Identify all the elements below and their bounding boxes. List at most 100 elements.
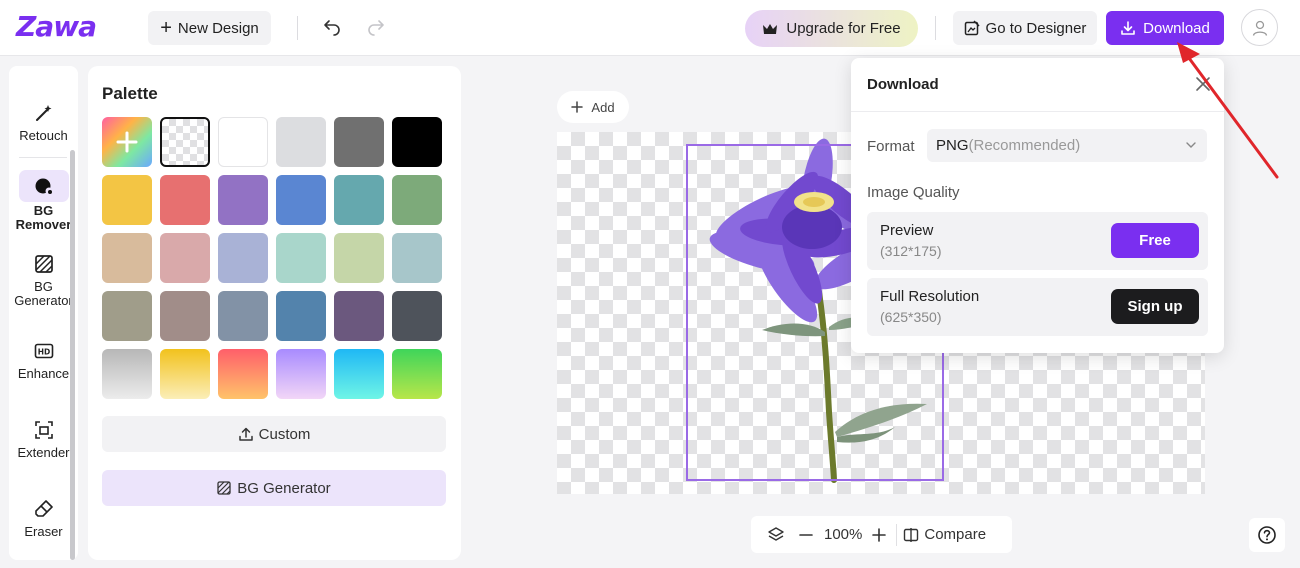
divider xyxy=(297,16,298,40)
add-color-swatch[interactable] xyxy=(102,117,152,167)
download-button[interactable]: Download xyxy=(1106,11,1224,45)
go-to-designer-button[interactable]: Go to Designer xyxy=(953,11,1097,45)
format-select[interactable]: PNG (Recommended) xyxy=(927,129,1207,162)
tool-bg-generator[interactable]: BG Generator xyxy=(9,253,78,308)
bg-remover-icon xyxy=(18,170,69,202)
upgrade-button[interactable]: Upgrade for Free xyxy=(745,10,918,47)
color-swatch[interactable] xyxy=(276,233,326,283)
color-swatch[interactable] xyxy=(102,233,152,283)
download-panel-title: Download xyxy=(867,76,939,93)
color-swatch[interactable] xyxy=(160,233,210,283)
color-swatch[interactable] xyxy=(276,291,326,341)
color-swatch[interactable] xyxy=(334,233,384,283)
color-swatch[interactable] xyxy=(392,233,442,283)
color-swatch[interactable] xyxy=(334,291,384,341)
new-design-button[interactable]: + New Design xyxy=(148,11,271,45)
divider xyxy=(896,523,898,546)
compare-button[interactable]: Compare xyxy=(903,526,986,543)
crown-icon xyxy=(763,23,778,34)
zoom-toolbar: 100% Compare xyxy=(751,516,1012,553)
add-layer-button[interactable]: Add xyxy=(557,91,629,123)
tool-label: Extender xyxy=(17,445,70,460)
color-swatch[interactable] xyxy=(276,117,326,167)
help-icon xyxy=(1258,526,1276,544)
add-label: Add xyxy=(591,99,615,115)
user-icon xyxy=(1252,20,1267,36)
plus-icon xyxy=(872,527,887,542)
edit-image-icon xyxy=(964,20,980,36)
upgrade-label: Upgrade for Free xyxy=(786,20,901,37)
gradient-swatch[interactable] xyxy=(160,349,210,399)
gradient-swatch[interactable] xyxy=(102,349,152,399)
option-resolution: (625*350) xyxy=(880,309,942,325)
color-swatch[interactable] xyxy=(218,291,268,341)
hd-icon: HD xyxy=(33,340,55,362)
free-download-button[interactable]: Free xyxy=(1111,223,1199,258)
color-swatch[interactable] xyxy=(334,175,384,225)
tool-label: Eraser xyxy=(24,524,63,539)
redo-button[interactable] xyxy=(362,14,390,42)
download-label: Download xyxy=(1143,19,1210,37)
color-swatch[interactable] xyxy=(334,117,384,167)
image-quality-label: Image Quality xyxy=(867,184,960,201)
plus-icon xyxy=(116,131,138,153)
option-name: Preview xyxy=(880,222,934,239)
minus-icon xyxy=(799,533,813,536)
tool-eraser[interactable]: Eraser xyxy=(9,498,78,539)
layers-icon[interactable] xyxy=(767,526,785,544)
color-swatch[interactable] xyxy=(160,175,210,225)
help-button[interactable] xyxy=(1249,518,1285,552)
bg-generator-icon xyxy=(217,481,231,495)
color-swatch[interactable] xyxy=(392,175,442,225)
option-name: Full Resolution xyxy=(880,288,980,305)
color-swatch[interactable] xyxy=(160,291,210,341)
download-icon xyxy=(1121,21,1135,35)
tool-extender[interactable]: Extender xyxy=(9,419,78,460)
color-swatch[interactable] xyxy=(218,233,268,283)
transparent-swatch[interactable] xyxy=(160,117,210,167)
upload-icon xyxy=(238,427,253,441)
option-resolution: (312*175) xyxy=(880,243,942,259)
palette-panel: Palette Custom BG Generator xyxy=(88,66,461,560)
quality-option-preview: Preview (312*175) Free xyxy=(867,212,1208,270)
download-panel: Download Format PNG (Recommended) Image Q… xyxy=(851,58,1224,353)
tool-bg-remover[interactable]: BG Remover xyxy=(9,170,78,232)
color-swatch[interactable] xyxy=(392,291,442,341)
compare-label: Compare xyxy=(924,526,987,543)
bg-generator-icon xyxy=(33,253,55,275)
color-swatch[interactable] xyxy=(218,117,268,167)
divider xyxy=(935,16,936,40)
gradient-swatch[interactable] xyxy=(218,349,268,399)
magic-wand-icon xyxy=(33,102,55,124)
color-swatch[interactable] xyxy=(218,175,268,225)
close-icon[interactable] xyxy=(1194,75,1212,93)
format-note: (Recommended) xyxy=(968,137,1081,154)
format-label: Format xyxy=(867,138,915,155)
undo-icon xyxy=(324,20,340,36)
sign-up-button[interactable]: Sign up xyxy=(1111,289,1199,324)
custom-button[interactable]: Custom xyxy=(102,416,446,452)
color-swatch[interactable] xyxy=(392,117,442,167)
undo-button[interactable] xyxy=(318,14,346,42)
color-swatch[interactable] xyxy=(276,175,326,225)
chevron-down-icon xyxy=(1186,142,1196,148)
zoom-in-button[interactable] xyxy=(872,527,887,542)
top-bar: Zawa + New Design Upgrade for Free Go to… xyxy=(0,0,1300,56)
color-swatch[interactable] xyxy=(102,175,152,225)
redo-icon xyxy=(368,20,384,36)
format-value: PNG xyxy=(936,137,969,154)
gradient-swatch[interactable] xyxy=(276,349,326,399)
bg-generator-button[interactable]: BG Generator xyxy=(102,470,446,506)
divider xyxy=(851,111,1224,112)
tool-retouch[interactable]: Retouch xyxy=(9,102,78,143)
rail-scrollbar[interactable] xyxy=(70,150,75,560)
gradient-swatch[interactable] xyxy=(334,349,384,399)
gradient-swatch[interactable] xyxy=(392,349,442,399)
avatar[interactable] xyxy=(1241,9,1278,46)
tool-label: BG Generator xyxy=(14,279,73,308)
zoom-out-button[interactable] xyxy=(799,528,813,542)
tool-enhance[interactable]: HD Enhance xyxy=(9,340,78,381)
tool-label: BG Remover xyxy=(15,203,72,232)
color-swatch[interactable] xyxy=(102,291,152,341)
logo[interactable]: Zawa xyxy=(16,12,97,42)
